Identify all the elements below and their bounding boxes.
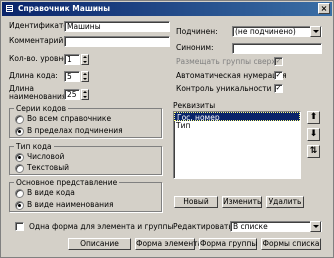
code-type-title: Тип кода — [14, 142, 54, 151]
allow-groups-top-label: Размещать группы сверху — [176, 57, 281, 66]
arrow-down-icon[interactable]: ⬇ — [307, 128, 320, 141]
uniqueness-label: Контроль уникальности — [176, 84, 272, 93]
code-length-field[interactable]: 5 — [64, 71, 80, 82]
synonym-field[interactable] — [232, 43, 322, 54]
name-length-field[interactable]: 25 — [64, 89, 80, 100]
title-bar[interactable]: Справочник Машины × — [2, 2, 332, 16]
levels-spinner[interactable] — [81, 54, 89, 65]
app-icon — [5, 4, 14, 13]
edit-mode-label: Редактировать: — [173, 222, 236, 231]
auto-numbering-label: Автоматическая нумерация — [176, 71, 287, 80]
code-length-spinner[interactable] — [81, 71, 89, 82]
sort-icon[interactable]: ⇅ — [307, 145, 320, 158]
code-type-option-numeric[interactable] — [15, 153, 24, 162]
code-series-group: Серии кодов Во всем справочнике В предел… — [9, 104, 162, 138]
close-icon[interactable]: × — [318, 3, 330, 14]
requisites-list[interactable]: Гос. номер Тип — [173, 111, 301, 179]
auto-numbering-checkbox[interactable]: ✓ — [274, 71, 283, 80]
levels-field[interactable]: 1 — [64, 54, 80, 65]
code-type-option-numeric-label: Числовой — [27, 152, 65, 161]
dialog-window: Справочник Машины × Идентификатор: Машин… — [0, 0, 334, 258]
chevron-down-icon[interactable] — [310, 26, 321, 37]
new-requisite-button[interactable]: Новый — [174, 196, 218, 208]
code-series-title: Серии кодов — [14, 104, 69, 113]
code-series-option-subordinate[interactable] — [15, 127, 24, 136]
code-series-option-all-label: Во всем справочнике — [27, 114, 112, 123]
code-type-group: Тип кода Числовой Текстовый — [9, 142, 162, 175]
requisites-title: Реквизиты — [173, 101, 216, 110]
main-view-option-code[interactable] — [15, 189, 24, 198]
code-type-option-text[interactable] — [15, 164, 24, 173]
group-form-button[interactable]: Форма группы — [199, 238, 257, 250]
name-length-spinner[interactable] — [81, 89, 89, 100]
subordinate-label: Подчинен: — [176, 27, 218, 36]
delete-requisite-button[interactable]: Удалить — [266, 196, 304, 208]
code-length-label: Длина кода: — [9, 71, 58, 80]
main-view-option-name-label: В виде наименования — [27, 200, 114, 209]
allow-groups-top-checkbox[interactable]: ✓ — [274, 57, 283, 66]
comment-field[interactable] — [64, 36, 170, 47]
main-view-option-code-label: В виде кода — [27, 188, 75, 197]
code-series-option-all[interactable] — [15, 115, 24, 124]
element-form-button[interactable]: Форма элемента — [135, 238, 202, 250]
main-view-option-name[interactable] — [15, 201, 24, 210]
comment-label: Комментарий: — [9, 36, 66, 45]
chevron-down-icon[interactable] — [310, 221, 321, 232]
edit-requisite-button[interactable]: Изменить — [222, 196, 262, 208]
window-title: Справочник Машины — [18, 4, 111, 13]
list-item[interactable]: Тип — [174, 121, 300, 130]
synonym-label: Синоним: — [176, 43, 214, 52]
description-button[interactable]: Описание — [68, 238, 131, 250]
one-form-label: Одна форма для элемента и группы — [29, 222, 174, 231]
arrow-up-icon[interactable]: ⬆ — [307, 111, 320, 124]
code-type-option-text-label: Текстовый — [27, 163, 70, 172]
subordinate-select[interactable]: (не подчинено) — [232, 26, 322, 37]
edit-mode-select[interactable]: В списке — [230, 221, 322, 232]
one-form-checkbox[interactable] — [15, 222, 24, 231]
uniqueness-checkbox[interactable]: ✓ — [274, 84, 283, 93]
list-item[interactable]: Гос. номер — [174, 112, 300, 122]
identifier-field[interactable]: Машины — [64, 21, 170, 32]
list-forms-button[interactable]: Формы списка — [261, 238, 321, 250]
main-view-group: Основное представление В виде кода В вид… — [9, 178, 162, 212]
main-view-title: Основное представление — [14, 178, 120, 187]
code-series-option-subordinate-label: В пределах подчинения — [27, 126, 123, 135]
name-length-label-2: наименования: — [9, 92, 69, 101]
